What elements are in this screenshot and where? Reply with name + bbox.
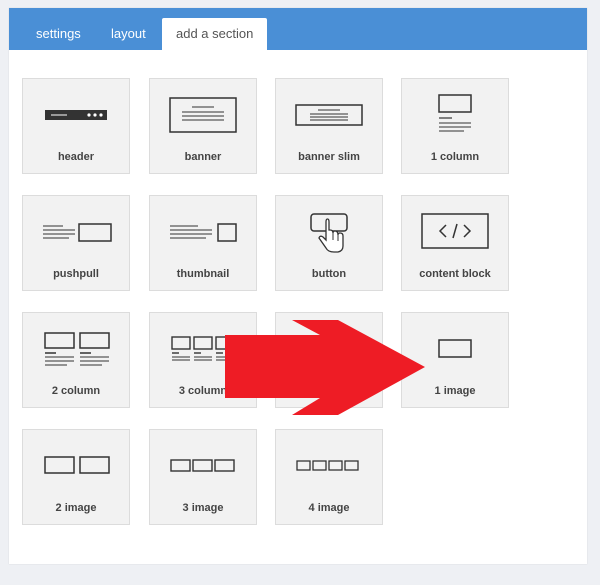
section-tile-2-column[interactable]: 2 column	[22, 312, 130, 408]
section-label: banner slim	[298, 151, 360, 163]
section-label: 1 column	[430, 151, 480, 163]
section-tile-3-column[interactable]: 3 column	[149, 312, 257, 408]
pushpull-icon	[43, 223, 112, 242]
section-label: 4 column	[304, 385, 354, 397]
four-column-icon	[296, 337, 359, 357]
button-hand-icon	[310, 213, 348, 253]
banner-slim-icon	[295, 104, 363, 126]
section-tile-banner[interactable]: banner	[149, 78, 257, 174]
section-tile-thumbnail[interactable]: thumbnail	[149, 195, 257, 291]
section-label: thumbnail	[176, 268, 230, 280]
three-image-icon	[170, 459, 235, 472]
section-label: 1 image	[434, 385, 476, 397]
four-image-icon	[296, 460, 359, 471]
section-label: 3 column	[178, 385, 228, 397]
section-label: content block	[419, 268, 491, 280]
section-tile-3-image[interactable]: 3 image	[149, 429, 257, 525]
one-column-icon	[438, 94, 472, 132]
banner-icon	[169, 97, 237, 133]
thumbnail-icon	[170, 223, 237, 242]
section-tile-4-image[interactable]: 4 image	[275, 429, 383, 525]
section-label: pushpull	[53, 268, 99, 280]
two-column-icon	[44, 332, 110, 366]
section-tile-banner-slim[interactable]: banner slim	[275, 78, 383, 174]
section-label: 2 column	[51, 385, 101, 397]
section-tile-1-image[interactable]: 1 image	[401, 312, 509, 408]
three-column-icon	[171, 336, 235, 361]
section-tile-pushpull[interactable]: pushpull	[22, 195, 130, 291]
tab-layout[interactable]: layout	[97, 18, 160, 50]
section-label: 4 image	[308, 502, 350, 514]
code-icon	[421, 213, 489, 249]
section-label: header	[57, 151, 95, 163]
tab-settings[interactable]: settings	[22, 18, 95, 50]
section-tile-content-block[interactable]: content block	[401, 195, 509, 291]
section-tile-header[interactable]: header	[22, 78, 130, 174]
tab-bar: settings layout add a section	[9, 8, 587, 50]
section-label: button	[311, 268, 347, 280]
two-image-icon	[44, 456, 110, 474]
section-label: banner	[184, 151, 222, 163]
section-tile-1-column[interactable]: 1 column	[401, 78, 509, 174]
section-tile-2-image[interactable]: 2 image	[22, 429, 130, 525]
one-image-icon	[438, 339, 472, 358]
section-tile-4-column[interactable]: 4 column	[275, 312, 383, 408]
section-label: 2 image	[55, 502, 97, 514]
section-label: 3 image	[182, 502, 224, 514]
header-icon	[45, 110, 107, 120]
tab-add-a-section[interactable]: add a section	[162, 18, 268, 50]
section-tile-button[interactable]: button	[275, 195, 383, 291]
